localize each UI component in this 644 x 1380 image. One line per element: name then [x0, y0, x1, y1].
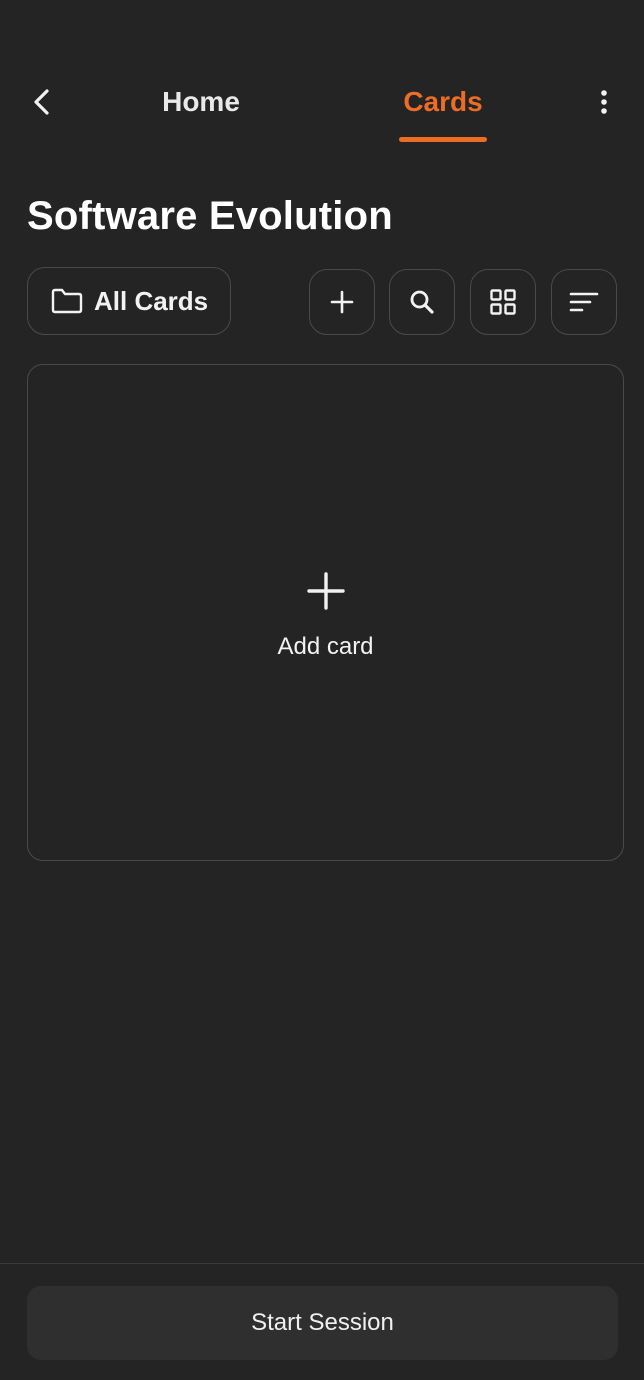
folder-icon [51, 288, 83, 314]
sort-button[interactable] [551, 269, 617, 335]
tab-home[interactable]: Home [141, 82, 261, 122]
page-title: Software Evolution [27, 194, 393, 238]
more-options-button[interactable] [584, 82, 624, 122]
top-nav: Home Cards [0, 0, 644, 150]
add-card-tile[interactable]: Add card [27, 364, 624, 861]
search-button[interactable] [389, 269, 455, 335]
add-button[interactable] [309, 269, 375, 335]
grid-view-button[interactable] [470, 269, 536, 335]
plus-icon [307, 572, 345, 610]
plus-icon [330, 290, 354, 314]
tab-cards[interactable]: Cards [383, 82, 503, 122]
chevron-left-icon [34, 89, 49, 115]
vertical-ellipsis-icon [601, 90, 607, 114]
active-tab-indicator [399, 137, 487, 142]
start-session-button[interactable]: Start Session [27, 1286, 618, 1360]
folder-filter-label: All Cards [94, 285, 209, 316]
search-icon [410, 290, 434, 314]
footer-divider [0, 1263, 644, 1264]
grid-view-icon [490, 289, 516, 315]
add-card-label: Add card [277, 633, 374, 660]
sort-icon [569, 292, 599, 312]
folder-filter-button[interactable]: All Cards [27, 267, 231, 335]
back-button[interactable] [22, 82, 62, 122]
